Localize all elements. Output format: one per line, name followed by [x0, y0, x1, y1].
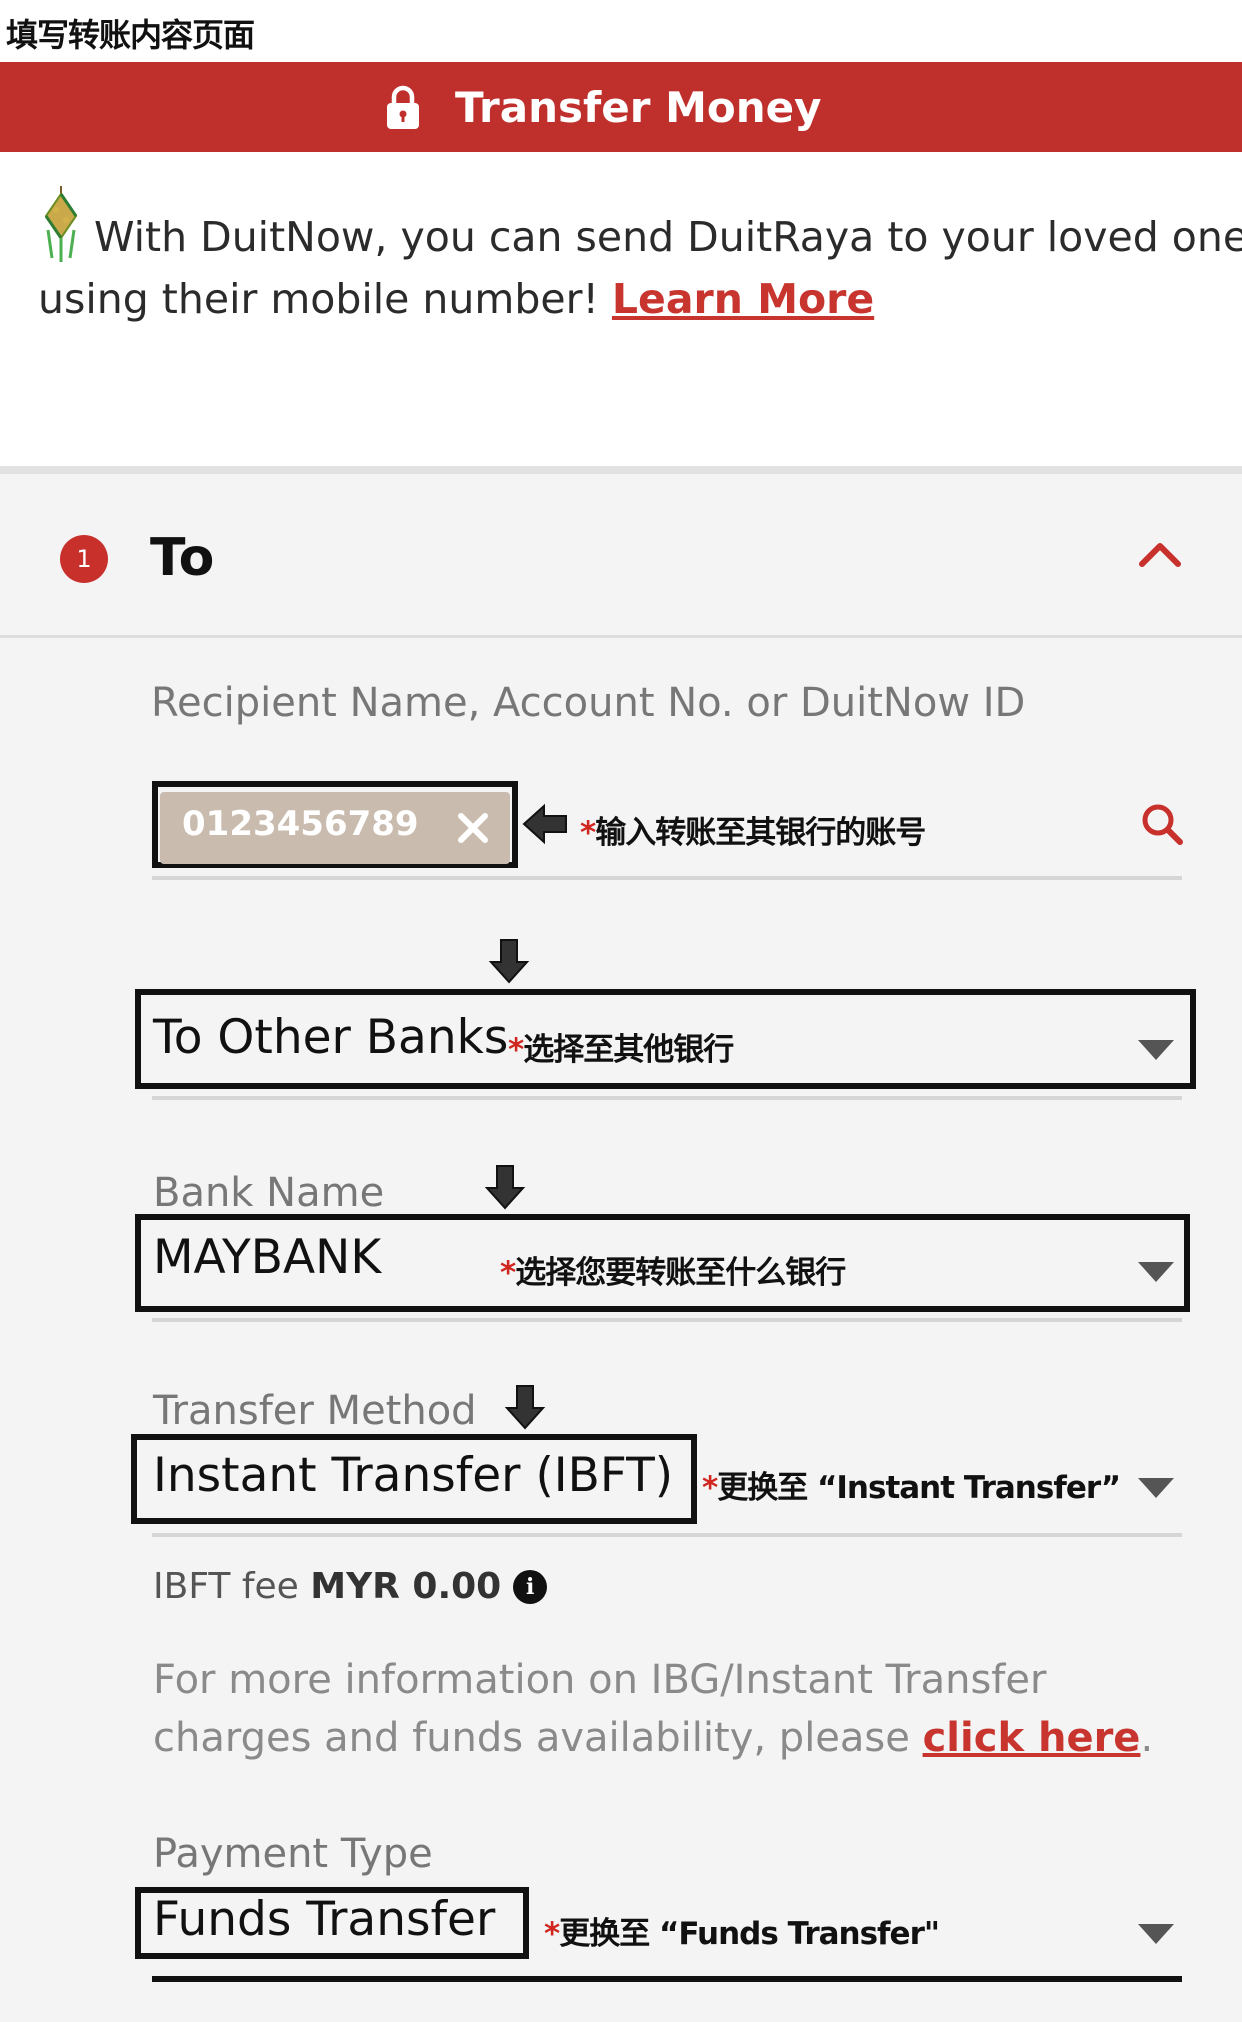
arrow-left-icon [522, 803, 567, 845]
transfer-type-value: To Other Banks [153, 1010, 509, 1065]
chevron-down-icon[interactable] [1138, 1478, 1174, 1498]
fee-label: IBFT fee [153, 1566, 311, 1607]
bank-select[interactable]: MAYBANK [153, 1230, 381, 1285]
transfer-type-select[interactable]: To Other Banks [153, 1010, 508, 1065]
chevron-up-icon[interactable] [1138, 540, 1182, 570]
ketupat-icon [44, 186, 78, 262]
payment-type-label: Payment Type [153, 1831, 433, 1877]
note-text: 选择您要转账至什么银行 [515, 1255, 846, 1291]
info-line2: charges and funds availability, please c… [153, 1709, 1153, 1767]
note-star: * [508, 1032, 524, 1068]
info-line1: For more information on IBG/Instant Tran… [153, 1657, 1047, 1703]
transfer-method-select[interactable]: Instant Transfer (IBFT) [153, 1448, 673, 1503]
info-end: . [1140, 1715, 1154, 1761]
bank-value: MAYBANK [153, 1230, 382, 1285]
section-header-divider [0, 635, 1242, 638]
click-here-link[interactable]: click here [923, 1715, 1141, 1761]
bank-name-label: Bank Name [153, 1170, 385, 1216]
promo-text-line2: using their mobile number! Learn More [38, 275, 874, 323]
note-text: 更换至 “Instant Transfer” [717, 1470, 1121, 1506]
fee-amount: MYR 0.00 [310, 1566, 502, 1607]
page-caption: 填写转账内容页面 [6, 16, 255, 54]
step-badge: 1 [60, 535, 108, 583]
close-icon[interactable] [453, 808, 493, 848]
arrow-down-icon [488, 939, 530, 984]
arrow-down-icon [484, 1165, 526, 1210]
payment-type-note: *更换至 “Funds Transfer" [544, 1908, 940, 1953]
bank-note: *选择您要转账至什么银行 [500, 1247, 846, 1292]
chevron-down-icon[interactable] [1138, 1262, 1174, 1282]
note-text: 更换至 “Funds Transfer" [559, 1916, 940, 1952]
transfer-type-underline [152, 1096, 1182, 1100]
promo-text-line1: With DuitNow, you can send DuitRaya to y… [94, 213, 1242, 261]
arrow-down-icon [504, 1385, 546, 1430]
info-text: charges and funds availability, please [153, 1715, 923, 1761]
note-star: * [544, 1916, 560, 1952]
recipient-underline [152, 876, 1182, 880]
app-header: Transfer Money [0, 62, 1242, 152]
note-text: 输入转账至其银行的账号 [595, 815, 926, 851]
note-text: 选择至其他银行 [523, 1032, 734, 1068]
section-divider [0, 466, 1242, 474]
transfer-method-note: *更换至 “Instant Transfer” [702, 1462, 1121, 1507]
payment-type-select[interactable]: Funds Transfer [153, 1892, 495, 1947]
payment-type-value: Funds Transfer [153, 1892, 496, 1947]
recipient-label: Recipient Name, Account No. or DuitNow I… [151, 680, 1026, 726]
lock-icon [387, 85, 419, 129]
transfer-method-underline [152, 1533, 1182, 1537]
note-star: * [500, 1255, 516, 1291]
recipient-value: 0123456789 [182, 804, 419, 844]
recipient-note: *输入转账至其银行的账号 [580, 807, 926, 852]
bank-underline [152, 1318, 1182, 1322]
note-star: * [702, 1470, 718, 1506]
search-icon[interactable] [1140, 802, 1184, 846]
info-icon[interactable]: i [513, 1570, 548, 1604]
transfer-method-label: Transfer Method [153, 1388, 477, 1434]
transfer-method-value: Instant Transfer (IBFT) [153, 1448, 674, 1503]
promo-text: using their mobile number! [38, 275, 612, 323]
section-title: To [150, 528, 215, 588]
chevron-down-icon[interactable] [1138, 1924, 1174, 1944]
payment-type-underline [152, 1976, 1182, 1982]
note-star: * [580, 815, 596, 851]
page-title: Transfer Money [455, 82, 822, 132]
chevron-down-icon[interactable] [1138, 1040, 1174, 1060]
learn-more-link[interactable]: Learn More [612, 275, 874, 323]
ibft-fee: IBFT fee MYR 0.00 i [153, 1566, 548, 1607]
transfer-type-note: *选择至其他银行 [508, 1024, 734, 1069]
